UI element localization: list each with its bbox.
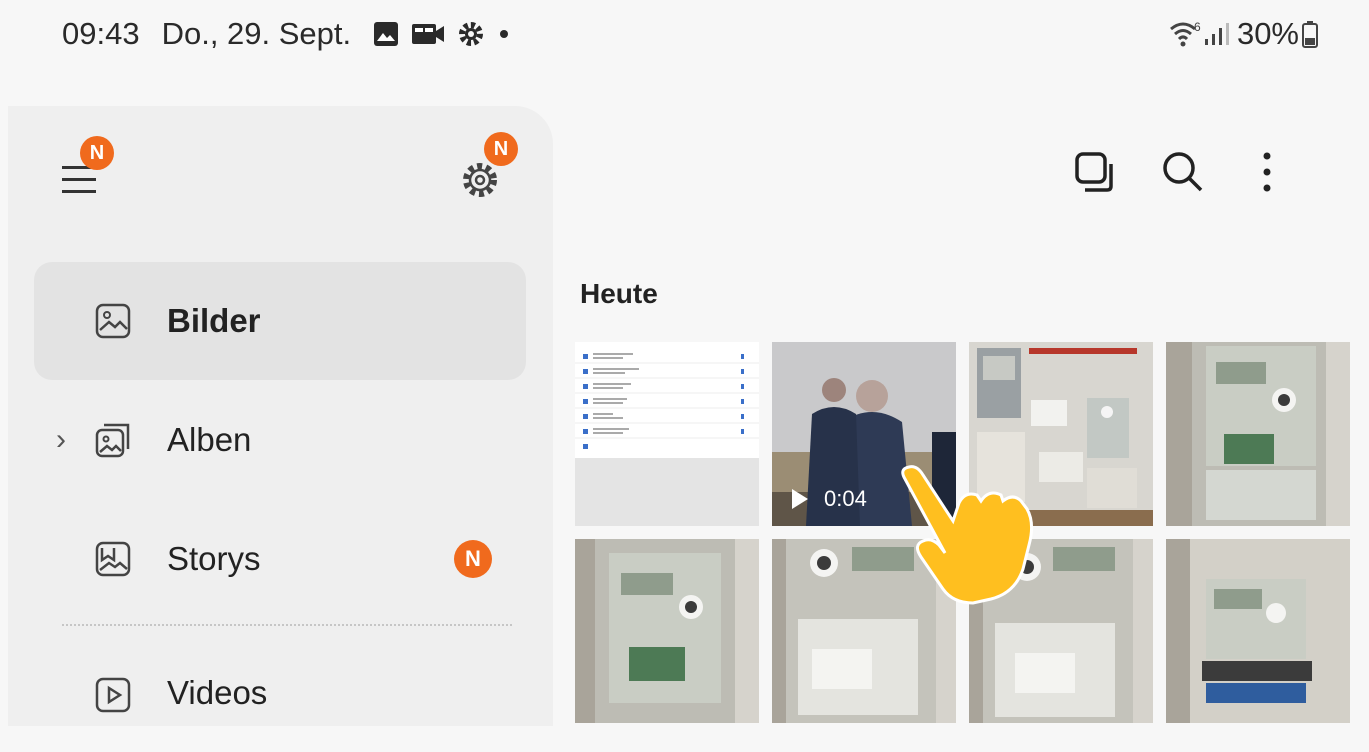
status-date: Do., 29. Sept. xyxy=(161,16,352,51)
photo-thumbnail-electricity-meter-2[interactable] xyxy=(575,539,759,723)
section-title-heute: Heute xyxy=(580,278,658,309)
drawer-divider xyxy=(62,624,512,626)
more-options-button[interactable] xyxy=(1245,148,1293,196)
settings-notification-icon xyxy=(459,22,484,46)
storys-new-badge: N xyxy=(454,540,492,578)
video-icon xyxy=(95,677,131,713)
tap-gesture-hand-icon xyxy=(901,465,1034,605)
svg-text:6: 6 xyxy=(1194,20,1201,34)
video-duration: 0:04 xyxy=(824,486,867,511)
nav-item-storys[interactable]: Storys N xyxy=(34,500,526,618)
more-icon xyxy=(1263,152,1271,192)
select-button[interactable] xyxy=(1069,148,1117,196)
more-notifications-dot-icon xyxy=(500,30,509,38)
navigation-drawer: N N Bilder › Alben Storys N Videos xyxy=(8,106,553,726)
settings-new-badge: N xyxy=(484,132,518,166)
screenshot-preview xyxy=(575,342,759,526)
signal-icon xyxy=(1204,23,1229,45)
nav-label-alben: Alben xyxy=(167,421,252,458)
electricity-meter-preview xyxy=(1166,539,1350,723)
play-icon xyxy=(792,489,808,509)
search-button[interactable] xyxy=(1159,148,1207,196)
screen-record-icon xyxy=(412,24,445,44)
battery-icon xyxy=(1302,21,1318,48)
album-icon xyxy=(95,423,130,458)
wifi-icon: 6 xyxy=(1169,20,1201,47)
select-icon xyxy=(1075,152,1113,192)
battery-percent: 30% xyxy=(1236,16,1299,51)
settings-button[interactable]: N xyxy=(454,132,524,204)
nav-item-alben[interactable]: › Alben xyxy=(34,381,526,499)
chevron-right-icon[interactable]: › xyxy=(56,423,66,457)
nav-item-bilder[interactable]: Bilder xyxy=(34,262,526,380)
photo-thumbnail-electricity-meter-5[interactable] xyxy=(1166,539,1350,723)
gallery-notification-icon xyxy=(374,22,399,46)
electricity-meter-preview xyxy=(1166,342,1350,526)
menu-new-badge: N xyxy=(80,136,114,170)
nav-label-videos: Videos xyxy=(167,674,268,711)
gallery-toolbar xyxy=(969,140,1369,210)
electricity-meter-preview xyxy=(575,539,759,723)
image-icon xyxy=(95,303,131,339)
status-bar: 09:43 Do., 29. Sept. 6 30% xyxy=(0,0,1369,70)
nav-label-bilder: Bilder xyxy=(167,302,261,339)
story-icon xyxy=(95,541,131,577)
nav-label-storys: Storys xyxy=(167,540,261,577)
search-icon xyxy=(1163,152,1203,192)
photo-thumbnail-electricity-meter-1[interactable] xyxy=(1166,342,1350,526)
video-duration-badge: 0:04 xyxy=(792,486,867,512)
nav-item-videos[interactable]: Videos xyxy=(34,634,526,752)
status-time: 09:43 xyxy=(62,16,140,51)
menu-button[interactable]: N xyxy=(58,136,118,196)
photo-thumbnail-screenshot[interactable] xyxy=(575,342,759,526)
